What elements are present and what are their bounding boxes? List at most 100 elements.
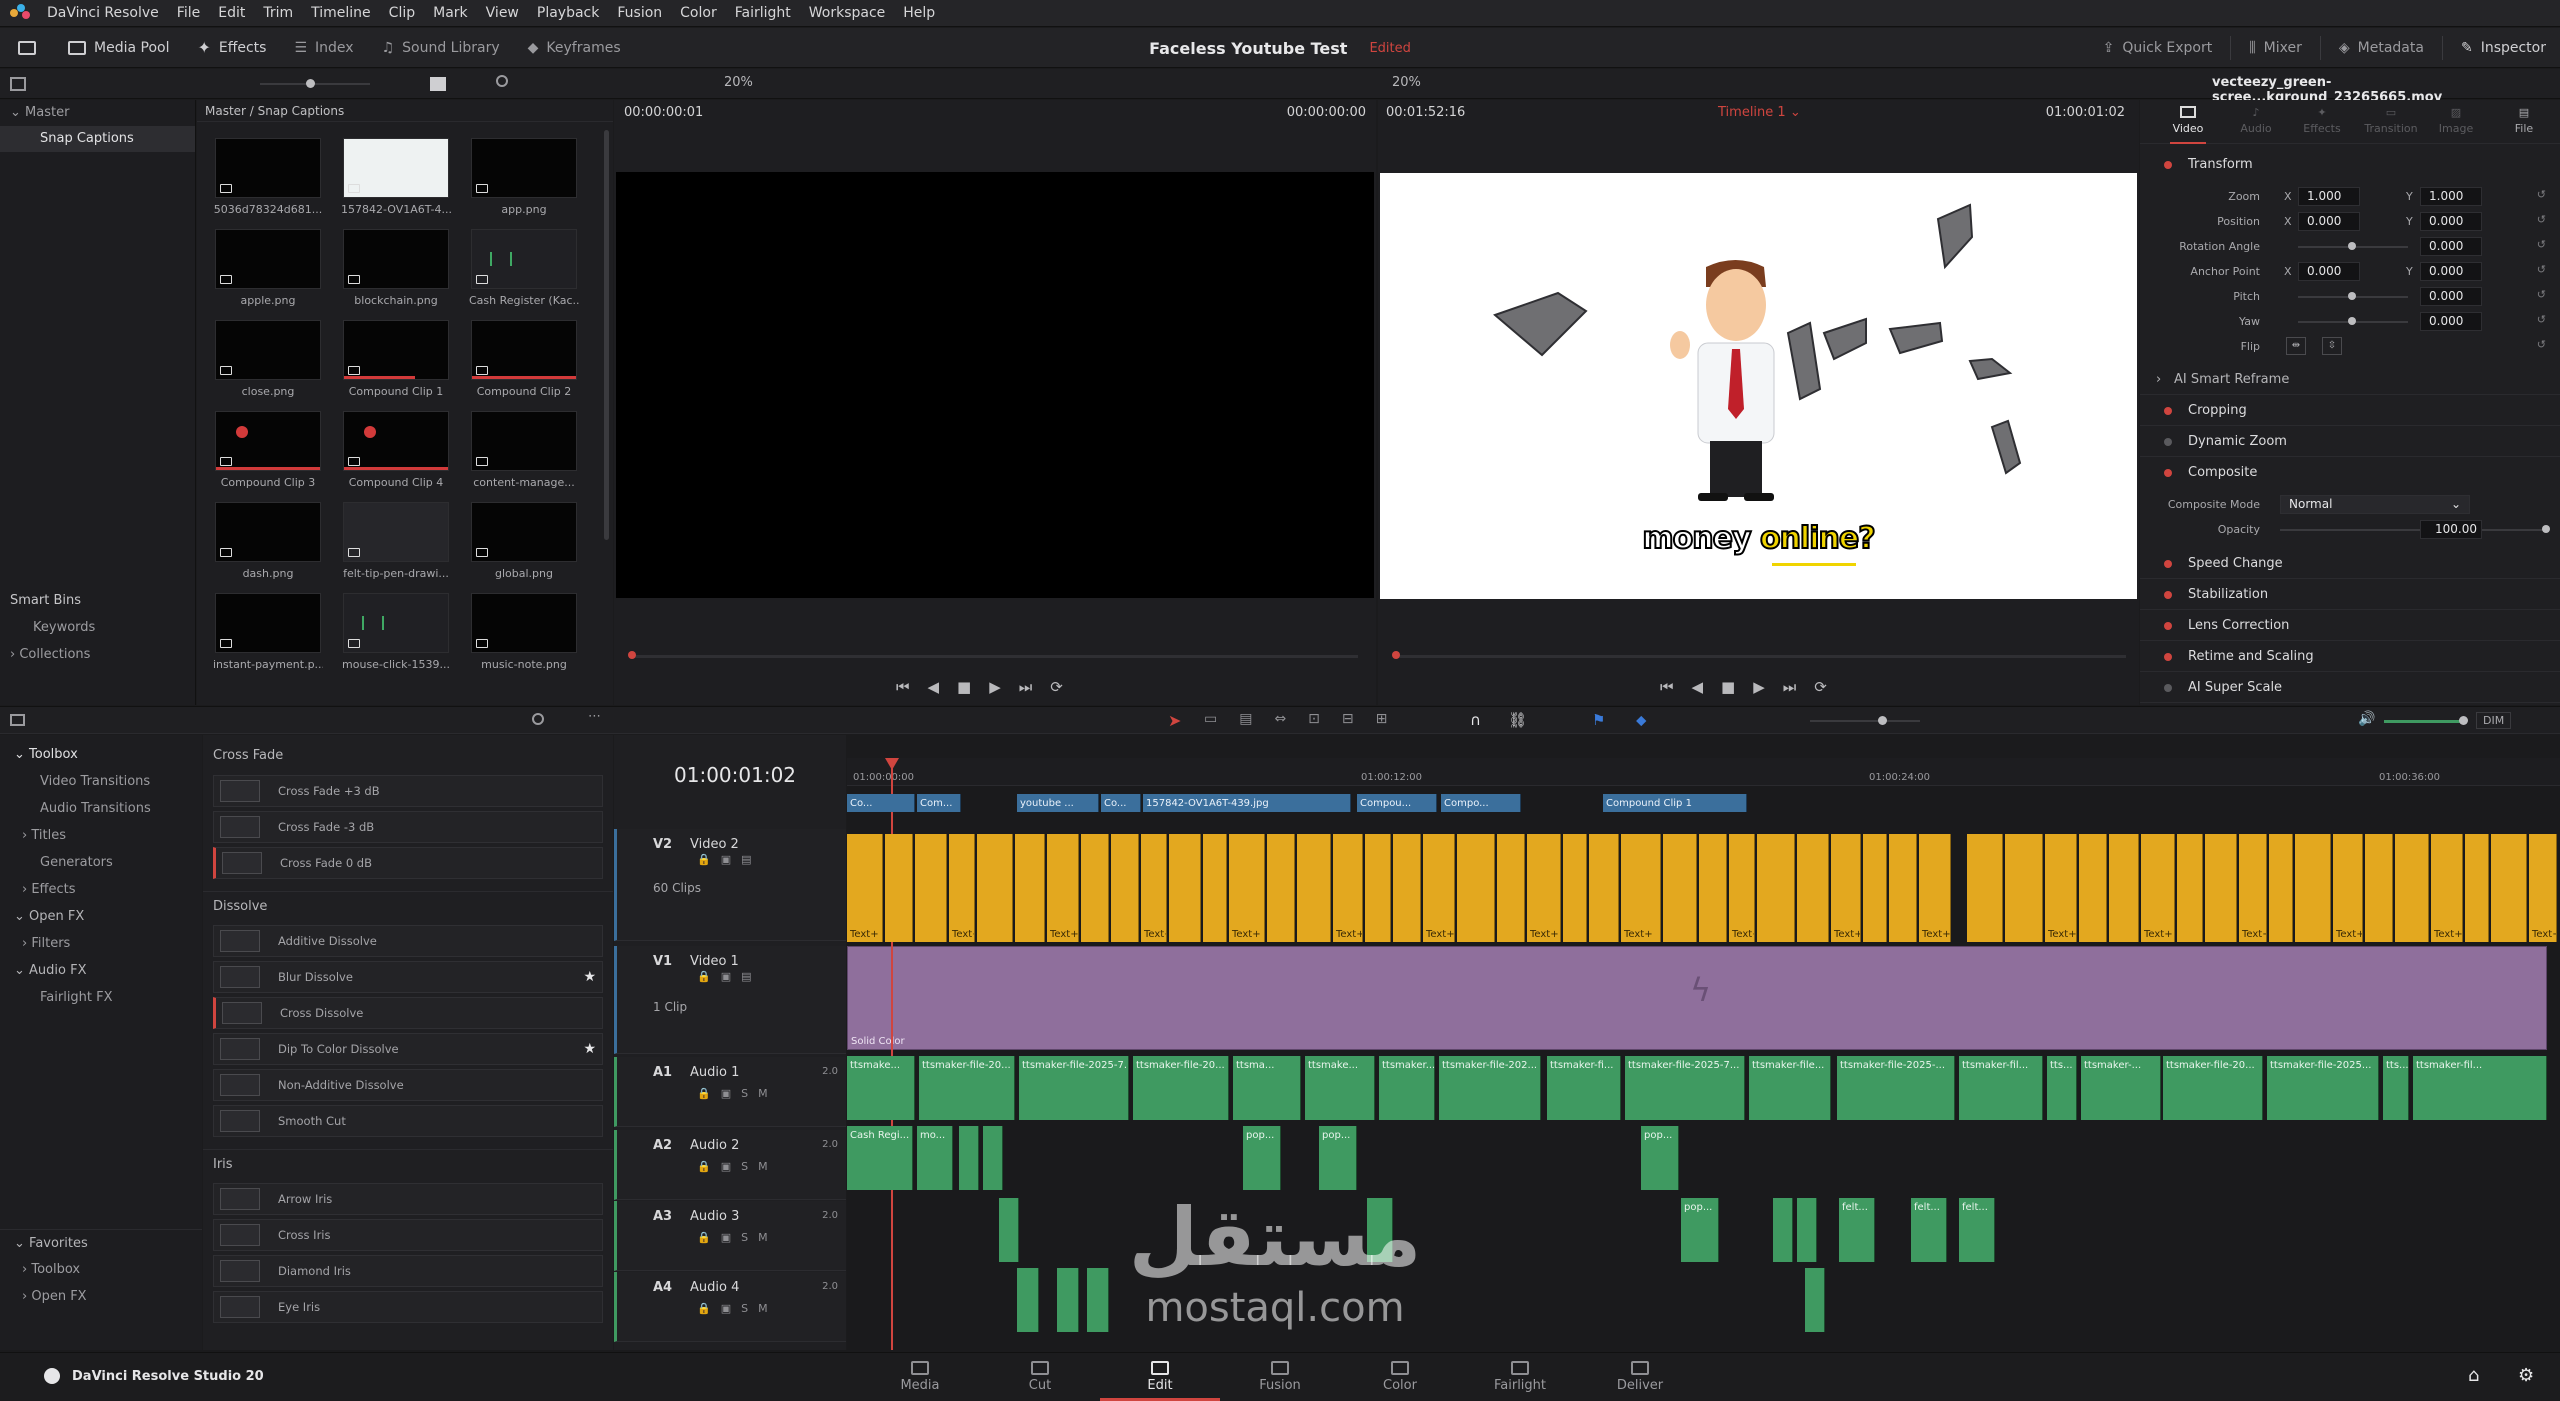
param-y-field[interactable]: 0.000	[2420, 212, 2482, 231]
a2-audio-clip[interactable]: pop...	[1243, 1126, 1281, 1190]
retime-scaling-section[interactable]: Retime and Scaling	[2140, 642, 2560, 672]
param-y-field[interactable]: 1.000	[2420, 187, 2482, 206]
v2-text-clip[interactable]: Text+	[1333, 834, 1363, 942]
dynamic-zoom-section[interactable]: Dynamic Zoom	[2140, 427, 2560, 457]
v2-text-clip[interactable]	[1203, 834, 1227, 942]
a3-audio-clip[interactable]: pop...	[1681, 1198, 1719, 1262]
v3-clip[interactable]: Compou...	[1357, 794, 1437, 812]
iris-section[interactable]: Iris	[203, 1149, 613, 1179]
tree-audio-fx[interactable]: ⌄ Audio FX	[0, 957, 202, 984]
v2-text-clip[interactable]: Text+	[1229, 834, 1265, 942]
tree-video-transitions[interactable]: Video Transitions	[0, 768, 202, 795]
v2-text-clip[interactable]: Text+	[1141, 834, 1167, 942]
param-y-field[interactable]: 0.000	[2420, 262, 2482, 281]
menu-file[interactable]: File	[177, 5, 200, 21]
composite-section[interactable]: Composite	[2140, 458, 2560, 488]
favorite-star-icon[interactable]: ★	[583, 969, 596, 985]
v3-clip[interactable]: Com...	[917, 794, 961, 812]
smart-bin-keywords[interactable]: Keywords	[0, 615, 196, 641]
fav-open-fx[interactable]: › Open FX	[0, 1283, 202, 1310]
dim-button[interactable]: DIM	[2476, 712, 2512, 729]
a2-audio-clip[interactable]: Cash Regi...	[847, 1126, 913, 1190]
thumbnail-view-icon[interactable]	[430, 77, 446, 91]
v3-clip[interactable]: Co...	[847, 794, 915, 812]
track-header-a4[interactable]: A4 Audio 4 2.0 🔒▣SM	[614, 1272, 846, 1342]
v2-text-clip[interactable]	[2269, 834, 2293, 942]
tree-generators[interactable]: Generators	[0, 849, 202, 876]
v2-text-clip[interactable]	[1365, 834, 1391, 942]
a1-audio-clip[interactable]: ttsmaker-fi...	[1547, 1056, 1621, 1120]
a3-audio-clip[interactable]: felt...	[1911, 1198, 1947, 1262]
v2-text-clip[interactable]	[1297, 834, 1331, 942]
linked-selection-icon[interactable]: ⛓	[1508, 711, 1527, 729]
media-pool-clip[interactable]: Compound Clip 1	[341, 320, 451, 411]
source-scrub-bar[interactable]	[628, 651, 1358, 659]
tree-audio-transitions[interactable]: Audio Transitions	[0, 795, 202, 822]
v2-text-clip[interactable]: Text+	[1831, 834, 1861, 942]
a1-audio-clip[interactable]: ttsmaker-file-2025...	[2267, 1056, 2379, 1120]
v2-text-clip[interactable]: Text+	[1423, 834, 1455, 942]
v2-text-clip[interactable]	[1757, 834, 1795, 942]
menu-workspace[interactable]: Workspace	[809, 5, 886, 21]
track-controls-icons[interactable]: 🔒▣SM	[697, 1087, 778, 1100]
v2-text-clip[interactable]: Text+	[1047, 834, 1079, 942]
page-tab-color[interactable]: Color	[1340, 1353, 1460, 1401]
v2-text-clip[interactable]: Text+	[2333, 834, 2363, 942]
a3-audio-clip[interactable]: felt...	[1839, 1198, 1875, 1262]
bin-snap-captions[interactable]: Snap Captions	[0, 126, 195, 152]
a1-audio-clip[interactable]: ttsmaker-fil...	[2413, 1056, 2547, 1120]
media-pool-clip[interactable]: app.png	[469, 138, 579, 229]
v2-text-clip[interactable]	[1863, 834, 1887, 942]
track-header-v1[interactable]: V1 Video 1 1 Clip 🔒▣▤	[614, 946, 846, 1054]
inspector-tab-video[interactable]: Video	[2162, 106, 2214, 135]
track-controls-icons[interactable]: 🔒▣▤	[697, 853, 761, 866]
tree-fairlight-fx[interactable]: Fairlight FX	[0, 984, 202, 1011]
a3-audio-clip[interactable]	[1797, 1198, 1817, 1262]
enable-dot-icon[interactable]	[2164, 161, 2172, 169]
v2-text-clip[interactable]	[1457, 834, 1495, 942]
v2-text-clip[interactable]	[1393, 834, 1421, 942]
v2-text-clip[interactable]	[977, 834, 1013, 942]
v2-text-clip[interactable]: Text+	[2045, 834, 2077, 942]
inspector-button[interactable]: ✎ Inspector	[2447, 28, 2560, 68]
inspector-tab-image[interactable]: ▨ Image	[2430, 106, 2482, 135]
tree-effects[interactable]: › Effects	[0, 876, 202, 903]
effect-item[interactable]: Dip To Color Dissolve ★	[213, 1033, 603, 1065]
index-button[interactable]: ☰ Index	[280, 28, 367, 68]
page-tab-deliver[interactable]: Deliver	[1580, 1353, 1700, 1401]
param-slider[interactable]	[2298, 292, 2408, 300]
param-x-field[interactable]: 0.000	[2298, 212, 2360, 231]
a4-audio-clip[interactable]	[1017, 1268, 1039, 1332]
page-tab-fairlight[interactable]: Fairlight	[1460, 1353, 1580, 1401]
menu-fairlight[interactable]: Fairlight	[735, 5, 791, 21]
v2-text-clip[interactable]	[2079, 834, 2107, 942]
v2-text-clip[interactable]	[2109, 834, 2139, 942]
a4-audio-clip[interactable]	[1057, 1268, 1079, 1332]
v2-text-clip[interactable]	[915, 834, 947, 942]
media-pool-clip[interactable]: content-manage...	[469, 411, 579, 502]
volume-slider[interactable]	[2384, 716, 2468, 725]
a1-audio-clip[interactable]: ttsmaker-file-2025-7...	[1625, 1056, 1745, 1120]
page-tab-cut[interactable]: Cut	[980, 1353, 1100, 1401]
dissolve-section[interactable]: Dissolve	[203, 891, 613, 921]
v2-text-clip[interactable]: Text+	[2239, 834, 2267, 942]
ai-super-scale-section[interactable]: AI Super Scale	[2140, 673, 2560, 703]
effects-search-icon[interactable]	[532, 713, 544, 725]
smart-bin-collections[interactable]: › Collections	[0, 642, 196, 668]
a2-audio-clip[interactable]	[983, 1126, 1003, 1190]
menu-help[interactable]: Help	[903, 5, 935, 21]
ai-smart-reframe-section[interactable]: › AI Smart Reframe	[2140, 365, 2560, 395]
inspector-tab-effects[interactable]: ✦ Effects	[2296, 106, 2348, 135]
search-icon[interactable]	[496, 75, 508, 87]
flip-horizontal-icon[interactable]: ⇹	[2286, 337, 2306, 355]
effect-item[interactable]: Cross Fade 0 dB	[213, 847, 603, 879]
v3-clip[interactable]: 157842-OV1A6T-439.jpg	[1143, 794, 1351, 812]
v2-text-clip[interactable]	[1797, 834, 1829, 942]
v2-text-clip[interactable]: Text+	[2141, 834, 2175, 942]
v2-text-clip[interactable]	[2177, 834, 2203, 942]
v2-text-clip[interactable]: Text+	[1919, 834, 1951, 942]
enable-dot-icon[interactable]	[2164, 622, 2172, 630]
v2-text-clip[interactable]	[1497, 834, 1525, 942]
media-pool-clip[interactable]: global.png	[469, 502, 579, 593]
reset-icon[interactable]: ↺	[2537, 313, 2546, 326]
